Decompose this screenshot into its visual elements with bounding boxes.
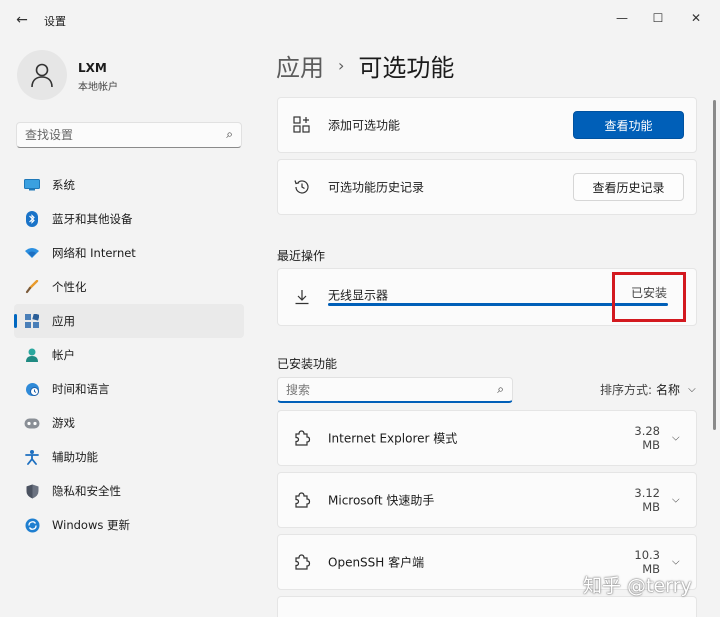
page-title: 可选功能 (358, 53, 455, 82)
puzzle-icon (292, 428, 312, 448)
view-history-button[interactable]: 查看历史记录 (573, 173, 684, 201)
bluetooth-icon (24, 211, 40, 227)
minimize-icon[interactable]: — (610, 8, 634, 28)
filter-input[interactable] (278, 378, 478, 401)
recent-actions-title: 最近操作 (277, 249, 326, 263)
accessibility-icon (24, 449, 40, 465)
sort-dropdown[interactable]: 排序方式: 名称 ⌵ (600, 381, 696, 398)
chevron-down-icon[interactable]: ⌵ (672, 433, 680, 444)
app-title: 设置 (44, 15, 66, 28)
sidebar-item-label: 游戏 (52, 416, 75, 430)
shield-icon (24, 483, 40, 499)
maximize-icon[interactable]: ☐ (646, 8, 670, 28)
settings-search[interactable]: ⌕ (16, 122, 242, 148)
feature-name: OpenSSH 客户端 (328, 555, 425, 570)
history-label: 可选功能历史记录 (328, 180, 425, 195)
sidebar-item-system[interactable]: 系统 (14, 168, 244, 202)
feature-row-quick-assist[interactable]: Microsoft 快速助手 3.12 MB ⌵ (277, 472, 697, 528)
sidebar-item-personalization[interactable]: 个性化 (14, 270, 244, 304)
sidebar-item-time-language[interactable]: 时间和语言 (14, 372, 244, 406)
sidebar-item-label: 时间和语言 (52, 382, 110, 396)
sidebar-item-privacy[interactable]: 隐私和安全性 (14, 474, 244, 508)
avatar[interactable] (17, 50, 67, 100)
brush-icon (24, 279, 40, 295)
wifi-icon (24, 245, 40, 261)
sort-label: 排序方式: (600, 383, 653, 397)
person-icon (31, 63, 53, 88)
globe-clock-icon (24, 381, 40, 397)
download-icon (292, 287, 312, 307)
feature-row-ie-mode[interactable]: Internet Explorer 模式 3.28 MB ⌵ (277, 410, 697, 466)
sidebar-item-label: 蓝牙和其他设备 (52, 212, 133, 226)
feature-size: 3.28 MB (634, 424, 660, 452)
chevron-down-icon[interactable]: ⌵ (672, 495, 680, 506)
title-bar: ← 设置 — ☐ ✕ (0, 0, 720, 40)
sidebar-item-label: 系统 (52, 178, 75, 192)
settings-window: ← 设置 — ☐ ✕ LXM 本地帐户 ⌕ 系统 蓝牙和其他设备 (0, 0, 720, 617)
add-feature-card: 添加可选功能 查看功能 (277, 97, 697, 153)
installed-features-title: 已安装功能 (277, 357, 338, 371)
feature-row-partial[interactable] (277, 596, 697, 617)
feature-size: 3.12 MB (634, 486, 660, 514)
history-card: 可选功能历史记录 查看历史记录 (277, 159, 697, 215)
sidebar-item-gaming[interactable]: 游戏 (14, 406, 244, 440)
sidebar-item-accessibility[interactable]: 辅助功能 (14, 440, 244, 474)
watermark: 知乎 @terry (583, 575, 692, 597)
back-arrow-icon[interactable]: ← (12, 10, 32, 30)
sidebar-item-windows-update[interactable]: Windows 更新 (14, 508, 244, 542)
sidebar-item-label: 隐私和安全性 (52, 484, 121, 498)
history-icon (292, 177, 312, 197)
sidebar-item-accounts[interactable]: 帐户 (14, 338, 244, 372)
add-feature-label: 添加可选功能 (328, 118, 401, 133)
scrollbar[interactable] (713, 100, 716, 430)
installed-filter[interactable]: ⌕ (277, 377, 513, 403)
sidebar-item-label: 辅助功能 (52, 450, 98, 464)
puzzle-icon (292, 552, 312, 572)
breadcrumb-parent[interactable]: 应用 (276, 48, 324, 83)
chevron-right-icon: › (338, 55, 345, 75)
sidebar-item-label: 个性化 (52, 280, 87, 294)
monitor-icon (24, 177, 40, 193)
feature-name: Internet Explorer 模式 (328, 431, 458, 446)
sidebar-item-label: 应用 (52, 314, 75, 328)
sidebar-nav: 系统 蓝牙和其他设备 网络和 Internet 个性化 应用 帐户 时间和语言 … (14, 168, 244, 542)
chevron-down-icon[interactable]: ⌵ (672, 557, 680, 568)
sidebar-item-apps[interactable]: 应用 (14, 304, 244, 338)
sidebar-item-label: 网络和 Internet (52, 246, 136, 260)
search-input[interactable] (17, 123, 207, 147)
sort-value: 名称 (656, 383, 681, 397)
breadcrumb: 应用 › 可选功能 (276, 48, 454, 82)
chevron-down-icon: ⌵ (688, 384, 696, 395)
add-grid-icon (292, 115, 312, 135)
sidebar-item-label: 帐户 (52, 348, 75, 362)
recent-action-name: 无线显示器 (328, 288, 389, 303)
view-features-button[interactable]: 查看功能 (573, 111, 684, 139)
puzzle-icon (292, 490, 312, 510)
account-type: 本地帐户 (78, 82, 118, 93)
close-icon[interactable]: ✕ (684, 8, 708, 28)
person-icon (24, 347, 40, 363)
sidebar-item-label: Windows 更新 (52, 518, 130, 532)
apps-icon (24, 313, 40, 329)
search-icon[interactable]: ⌕ (226, 127, 233, 142)
sidebar-item-network[interactable]: 网络和 Internet (14, 236, 244, 270)
highlight-annotation (612, 272, 686, 322)
feature-name: Microsoft 快速助手 (328, 493, 435, 508)
sidebar-item-bluetooth[interactable]: 蓝牙和其他设备 (14, 202, 244, 236)
user-name: LXM (78, 61, 107, 75)
gamepad-icon (24, 415, 40, 431)
sync-icon (24, 517, 40, 533)
search-icon[interactable]: ⌕ (497, 382, 504, 397)
